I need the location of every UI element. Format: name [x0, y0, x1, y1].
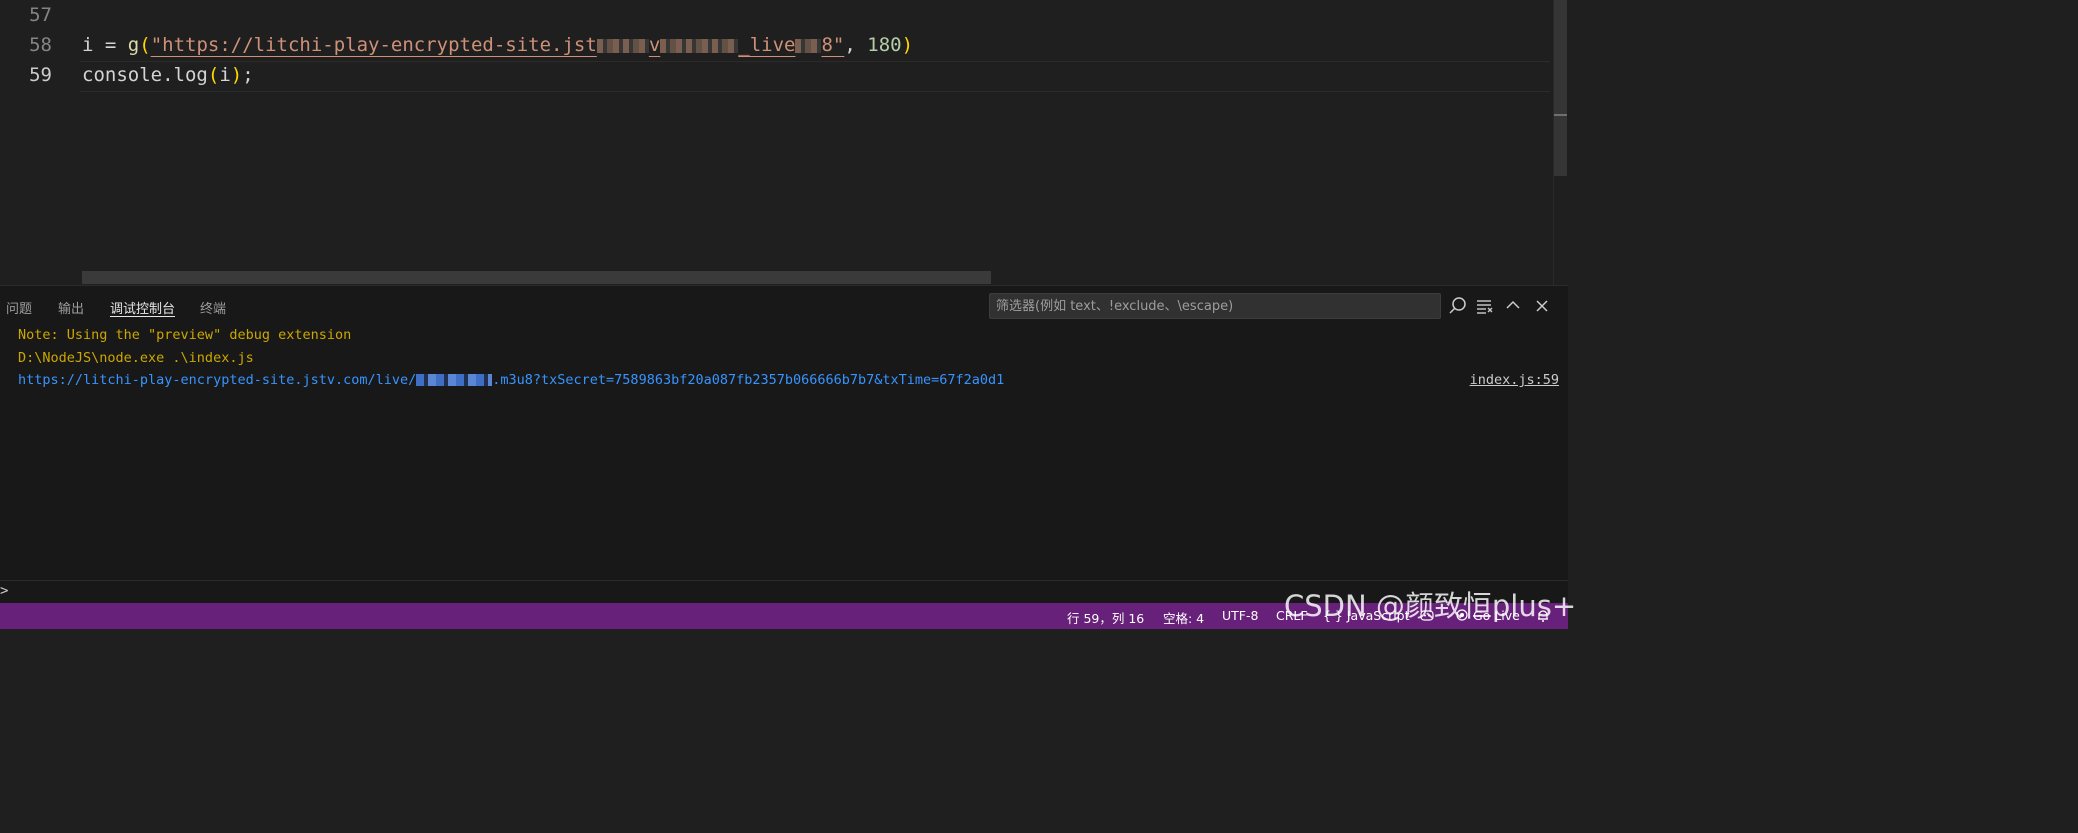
current-line-highlight	[80, 61, 1550, 92]
redacted-block	[622, 38, 649, 53]
token-paren: )	[901, 34, 914, 56]
tab-problems[interactable]: 问题	[6, 298, 32, 317]
tab-terminal[interactable]: 终端	[200, 298, 226, 317]
source-location-link[interactable]: index.js:59	[1470, 372, 1559, 388]
search-icon[interactable]	[1447, 295, 1469, 317]
repl-prompt-chevron-icon: >	[0, 583, 9, 599]
code-line-58[interactable]: i = g("https://litchi-play-encrypted-sit…	[82, 34, 913, 56]
indentation-setting[interactable]: 空格: 4	[1163, 608, 1204, 627]
word-wrap-icon[interactable]	[1474, 295, 1496, 317]
token-paren: )	[230, 64, 243, 86]
tab-debug-console[interactable]: 调试控制台	[110, 298, 175, 317]
cursor-position[interactable]: 行 59，列 16	[1067, 608, 1144, 627]
redacted-block	[795, 38, 822, 53]
redacted-block	[686, 38, 713, 53]
url-start: https://litchi-play-encrypted-site.jstv.…	[18, 372, 417, 388]
console-command-line: D:\NodeJS\node.exe .\index.js	[18, 350, 254, 366]
scrollbar-cursor-marker	[1554, 114, 1567, 116]
tab-output[interactable]: 输出	[58, 298, 84, 317]
line-number: 58	[29, 34, 52, 56]
code-line-59[interactable]: console.log(i);	[82, 64, 254, 86]
maximize-panel-icon[interactable]	[1502, 295, 1524, 317]
filter-input[interactable]	[989, 293, 1441, 319]
line-number-active: 59	[29, 64, 52, 86]
bottom-panel: 问题 输出 调试控制台 终端 Note: Using the "preview"…	[0, 285, 1568, 605]
string-end: 8"	[821, 34, 845, 56]
redacted-block	[416, 374, 493, 386]
string-start: "https://litchi-play-encrypted-site.jst	[150, 34, 597, 56]
redacted-block	[712, 38, 739, 53]
token-operator: =	[93, 34, 128, 56]
line-number: 57	[29, 4, 52, 26]
token-paren: (	[139, 34, 151, 56]
url-end: .m3u8?txSecret=7589863bf20a087fb2357b066…	[492, 372, 1005, 388]
token-comma: ,	[844, 34, 868, 56]
encoding-setting[interactable]: UTF-8	[1222, 608, 1258, 623]
string-mid: v	[648, 34, 661, 56]
token-argument: i	[219, 64, 231, 86]
token-number: 180	[867, 34, 902, 56]
vertical-scrollbar-thumb[interactable]	[1554, 0, 1567, 176]
redacted-block	[660, 38, 687, 53]
horizontal-scrollbar[interactable]	[82, 271, 991, 284]
console-output-url[interactable]: https://litchi-play-encrypted-site.jstv.…	[18, 372, 1004, 388]
watermark: CSDN @颜致恒plus+	[1284, 589, 1577, 623]
console-note-line: Note: Using the "preview" debug extensio…	[18, 327, 352, 343]
token-method: log	[173, 64, 208, 86]
token-paren: (	[207, 64, 220, 86]
token-semicolon: ;	[242, 64, 254, 86]
token-string: "https://litchi-play-encrypted-site.jst v…	[151, 34, 845, 56]
redacted-block	[596, 38, 623, 53]
token-variable: i	[82, 34, 94, 56]
token-dot: .	[162, 64, 174, 86]
string-mid: _live	[738, 34, 796, 56]
token-function: g	[127, 34, 140, 56]
close-icon[interactable]	[1531, 295, 1553, 317]
code-editor[interactable]: 57 58 59 i = g("https://litchi-play-encr…	[0, 0, 1569, 285]
token-object: console	[82, 64, 163, 86]
active-tab-indicator	[110, 316, 175, 317]
